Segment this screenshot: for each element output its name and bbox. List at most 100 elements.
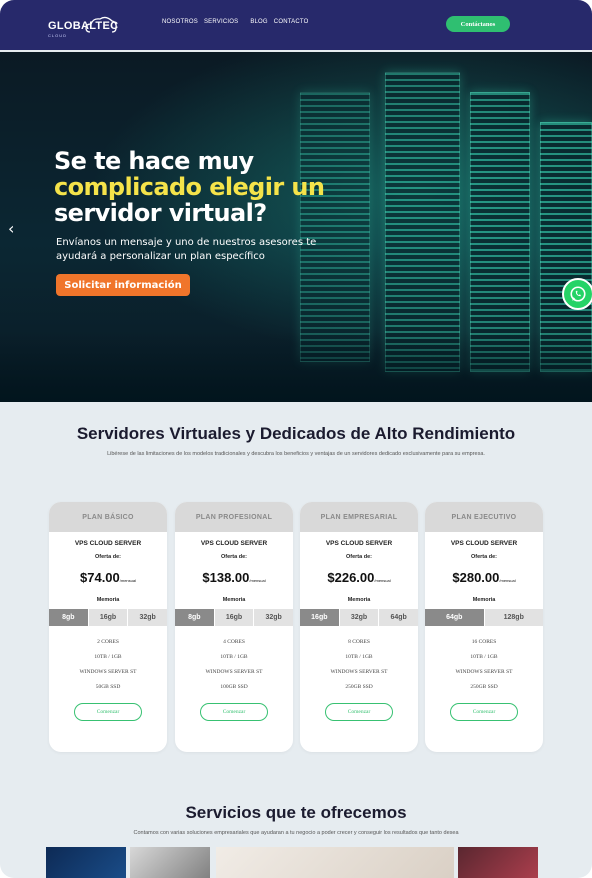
plan-server-type: VPS CLOUD SERVER [200, 540, 268, 547]
plan-spec-os: WINDOWS SERVER ST [455, 669, 513, 675]
chevron-left-icon[interactable]: ‹ [8, 219, 14, 238]
service-image[interactable] [130, 847, 210, 878]
plan-offer-label: Oferta de: [471, 554, 497, 560]
memory-option[interactable]: 8gb [49, 609, 89, 626]
plan-spec-storage: 250GB SSD [345, 684, 373, 690]
memory-option[interactable]: 32gb [128, 609, 167, 626]
hero-title-line-3: servidor virtual? [54, 199, 267, 227]
memory-option[interactable]: 64gb [425, 609, 485, 626]
plan-memory-label: Memoria [222, 597, 246, 603]
plan-server-type: VPS CLOUD SERVER [450, 540, 518, 547]
nav-item-servicios[interactable]: SERVICIOS [204, 19, 238, 25]
plan-card-empresarial: PLAN EMPRESARIAL VPS CLOUD SERVER Oferta… [300, 502, 418, 752]
service-image[interactable] [216, 847, 454, 878]
hero-floor-shade [0, 332, 592, 402]
plan-spec-bandwidth: 10TB / 1GB [94, 654, 122, 660]
plan-spec-cores: 4 CORES [223, 639, 245, 645]
plan-server-type: VPS CLOUD SERVER [74, 540, 142, 547]
plan-price-amount: $226.00 [327, 570, 375, 585]
plan-card-basico: PLAN BÁSICO VPS CLOUD SERVER Oferta de: … [49, 502, 167, 752]
hero-title-line-1: Se te hace muy [54, 147, 254, 175]
server-rack-image [300, 92, 370, 362]
plan-start-button[interactable]: Comenzar [450, 703, 518, 721]
nav-item-nosotros[interactable]: NOSOTROS [162, 19, 198, 25]
plan-server-type: VPS CLOUD SERVER [325, 540, 393, 547]
nav-item-contacto[interactable]: CONTACTO [274, 19, 309, 25]
plan-spec-cores: 8 CORES [348, 639, 370, 645]
plan-offer-label: Oferta de: [95, 554, 121, 560]
brand-name: GLOBALTEC [48, 20, 119, 32]
plan-spec-storage: 50GB SSD [95, 684, 121, 690]
plan-specs: 16 CORES 10TB / 1GB WINDOWS SERVER ST 25… [425, 635, 543, 695]
plan-price-amount: $74.00 [80, 570, 120, 585]
plan-price-amount: $280.00 [452, 570, 500, 585]
plan-specs: 2 CORES 10TB / 1GB WINDOWS SERVER ST 50G… [49, 635, 167, 695]
plan-spec-os: WINDOWS SERVER ST [205, 669, 263, 675]
plan-start-button[interactable]: Comenzar [200, 703, 268, 721]
plan-memory-label: Memoria [347, 597, 371, 603]
plan-name: PLAN PROFESIONAL [175, 502, 293, 532]
plans-section-subtitle: Libérese de las limitaciones de los mode… [107, 451, 485, 457]
hero-title: Se te hace muy complicado elegir un serv… [54, 148, 354, 226]
plan-specs: 4 CORES 10TB / 1GB WINDOWS SERVER ST 100… [175, 635, 293, 695]
services-section-title: Servicios que te ofrecemos [185, 803, 407, 822]
memory-option[interactable]: 16gb [214, 609, 255, 626]
service-image[interactable] [458, 847, 538, 878]
hero-title-line-2: complicado elegir un [54, 173, 325, 201]
plan-start-button[interactable]: Comenzar [74, 703, 142, 721]
plan-offer-label: Oferta de: [346, 554, 372, 560]
plan-memory-label: Memoria [472, 597, 496, 603]
plan-spec-storage: 250GB SSD [470, 684, 498, 690]
plan-price-amount: $138.00 [202, 570, 250, 585]
contact-button[interactable]: Contáctanos [446, 16, 510, 32]
memory-options: 8gb 16gb 32gb [175, 609, 293, 626]
plan-start-button[interactable]: Comenzar [325, 703, 393, 721]
plan-spec-os: WINDOWS SERVER ST [79, 669, 137, 675]
page: GLOBALTEC CLOUD NOSOTROS SERVICIOS BLOG … [0, 0, 592, 878]
memory-option[interactable]: 128gb [484, 609, 543, 626]
plan-card-profesional: PLAN PROFESIONAL VPS CLOUD SERVER Oferta… [175, 502, 293, 752]
plan-spec-bandwidth: 10TB / 1GB [220, 654, 248, 660]
server-rack-image [385, 72, 460, 372]
plan-spec-bandwidth: 10TB / 1GB [470, 654, 498, 660]
brand-tagline: CLOUD [48, 33, 68, 38]
plan-name: PLAN BÁSICO [49, 502, 167, 532]
plan-spec-os: WINDOWS SERVER ST [330, 669, 388, 675]
hero-subtitle: Envíanos un mensaje y uno de nuestros as… [56, 237, 317, 262]
memory-options: 16gb 32gb 64gb [300, 609, 418, 626]
plan-price-period: /mensual [249, 578, 266, 583]
plan-card-ejecutivo: PLAN EJECUTIVO VPS CLOUD SERVER Oferta d… [425, 502, 543, 752]
memory-options: 8gb 16gb 32gb [49, 609, 167, 626]
nav-item-blog[interactable]: BLOG [250, 19, 267, 25]
plan-price: $280.00/mensual [425, 569, 543, 587]
plan-price-period: /mensual [499, 578, 516, 583]
request-info-button[interactable]: Solicitar información [56, 274, 190, 296]
memory-option[interactable]: 32gb [254, 609, 293, 626]
memory-option[interactable]: 8gb [175, 609, 215, 626]
plan-spec-storage: 100GB SSD [220, 684, 248, 690]
server-rack-image [470, 92, 530, 372]
plan-price: $74.00/mensual [49, 569, 167, 587]
memory-options: 64gb 128gb [425, 609, 543, 626]
whatsapp-button[interactable] [562, 278, 592, 310]
whatsapp-icon [570, 286, 586, 302]
plan-price: $138.00/mensual [175, 569, 293, 587]
brand-logo[interactable]: GLOBALTEC CLOUD [46, 12, 118, 38]
memory-option[interactable]: 16gb [88, 609, 129, 626]
memory-option[interactable]: 32gb [339, 609, 380, 626]
service-image[interactable] [46, 847, 126, 878]
top-navigation-bar: GLOBALTEC CLOUD NOSOTROS SERVICIOS BLOG … [0, 0, 592, 50]
main-nav: NOSOTROS SERVICIOS BLOG CONTACTO [162, 19, 309, 25]
plan-price-period: /mensual [119, 578, 136, 583]
memory-option[interactable]: 64gb [379, 609, 418, 626]
plan-price: $226.00/mensual [300, 569, 418, 587]
hero-banner: ‹ Se te hace muy complicado elegir un se… [0, 52, 592, 402]
plan-offer-label: Oferta de: [221, 554, 247, 560]
memory-option[interactable]: 16gb [300, 609, 340, 626]
plan-price-period: /mensual [374, 578, 391, 583]
plan-specs: 8 CORES 10TB / 1GB WINDOWS SERVER ST 250… [300, 635, 418, 695]
plan-spec-cores: 16 CORES [471, 639, 497, 645]
plan-spec-bandwidth: 10TB / 1GB [345, 654, 373, 660]
plans-section-title: Servidores Virtuales y Dedicados de Alto… [76, 424, 516, 443]
plan-name: PLAN EJECUTIVO [425, 502, 543, 532]
